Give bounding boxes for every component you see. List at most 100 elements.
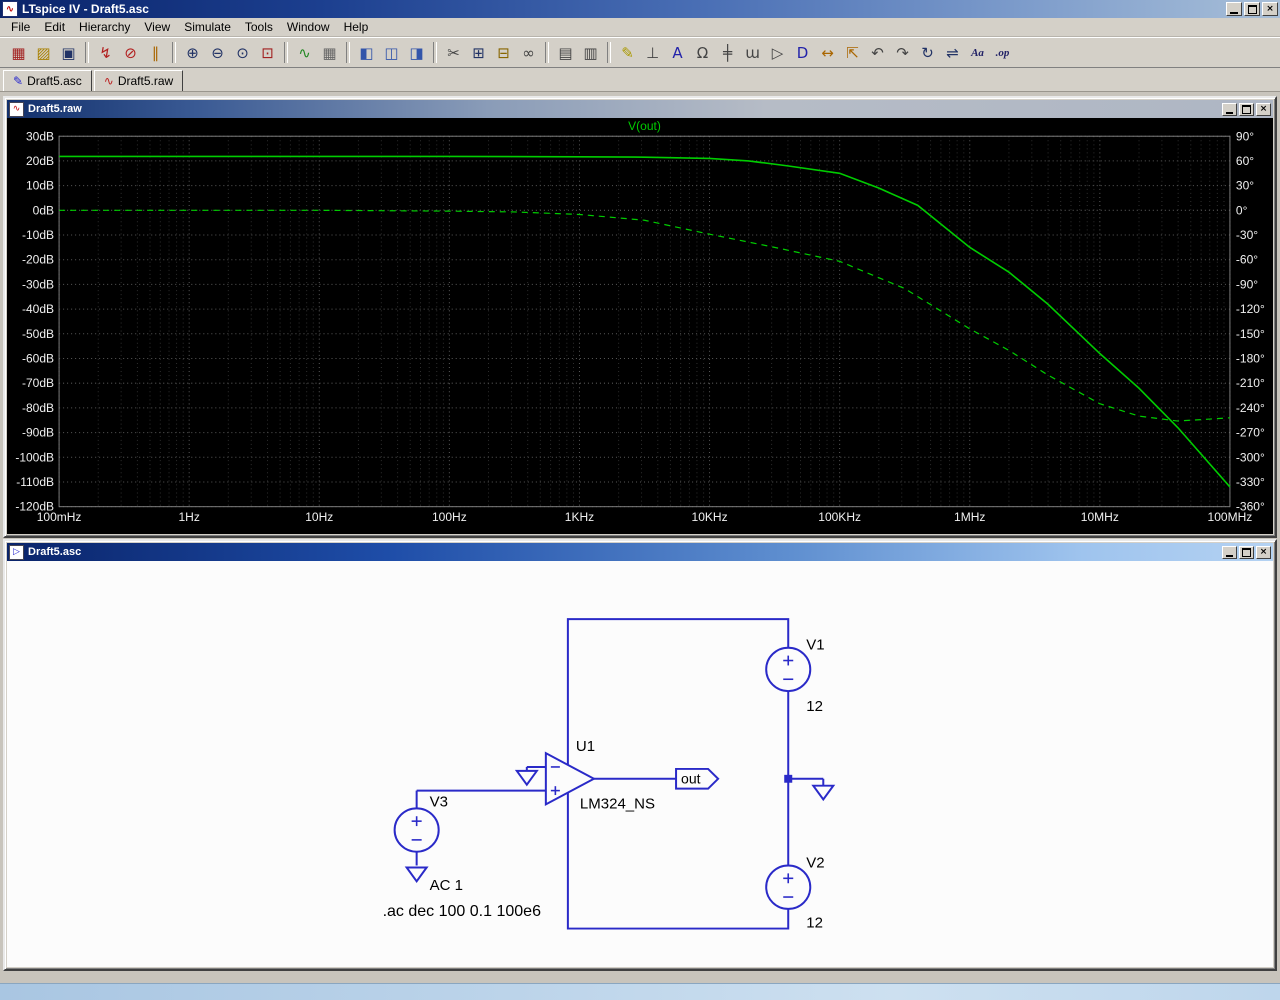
wire-icon[interactable]: ✎	[616, 41, 639, 64]
tile-vertical-icon[interactable]: ◨	[405, 41, 428, 64]
tab-label: Draft5.asc	[27, 74, 82, 88]
menu-help[interactable]: Help	[337, 18, 376, 36]
open-file-icon[interactable]: ▨	[32, 41, 55, 64]
net-label-icon[interactable]: A	[666, 41, 689, 64]
tab-draft5-asc[interactable]: ✎ Draft5.asc	[3, 70, 92, 91]
run-icon[interactable]: ↯	[94, 41, 117, 64]
y-left-tick-label: 20dB	[26, 154, 54, 168]
schematic-restore-button[interactable]	[1239, 546, 1254, 559]
component-icon[interactable]: D	[791, 41, 814, 64]
minimize-button[interactable]	[1226, 2, 1242, 16]
cascade-windows-icon[interactable]: ◧	[355, 41, 378, 64]
toolbar-separator	[346, 42, 350, 63]
waveform-close-button[interactable]: ×	[1256, 103, 1271, 116]
menu-tools[interactable]: Tools	[238, 18, 280, 36]
menu-file[interactable]: File	[4, 18, 37, 36]
wire-junction	[784, 775, 792, 783]
pause-icon[interactable]: ∥	[144, 41, 167, 64]
x-tick-label: 10KHz	[692, 510, 728, 524]
autorange-icon[interactable]: ∿	[293, 41, 316, 64]
waveform-window-titlebar[interactable]: ∿ Draft5.raw ×	[7, 100, 1273, 118]
v1-ref-label: V1	[806, 638, 824, 654]
schematic-window-titlebar[interactable]: ▷ Draft5.asc ×	[7, 543, 1273, 561]
ground-symbol-v3[interactable]	[407, 867, 427, 881]
schematic-minimize-button[interactable]	[1222, 546, 1237, 559]
undo-icon[interactable]: ↶	[866, 41, 889, 64]
y-right-tick-label: -330°	[1236, 475, 1265, 489]
resistor-icon[interactable]: Ω	[691, 41, 714, 64]
waveform-window-title: Draft5.raw	[28, 103, 1220, 115]
waveform-restore-button[interactable]	[1239, 103, 1254, 116]
drag-icon[interactable]: ⇱	[841, 41, 864, 64]
diode-icon[interactable]: ▷	[766, 41, 789, 64]
zoom-out-icon[interactable]: ⊖	[206, 41, 229, 64]
y-right-tick-label: -120°	[1236, 302, 1265, 316]
x-tick-label: 100Hz	[432, 510, 467, 524]
tile-horizontal-icon[interactable]: ◫	[380, 41, 403, 64]
close-icon: ×	[1260, 547, 1268, 557]
schematic-close-button[interactable]: ×	[1256, 546, 1271, 559]
text-icon[interactable]: Aa	[966, 41, 989, 64]
y-axis-right-labels: 90°60°30°0°-30°-60°-90°-120°-150°-180°-2…	[1236, 129, 1265, 514]
restore-button[interactable]	[1244, 2, 1260, 16]
y-left-tick-label: -50dB	[22, 327, 54, 341]
menu-window[interactable]: Window	[280, 18, 337, 36]
voltage-source-v3[interactable]	[395, 808, 439, 851]
y-right-tick-label: -210°	[1236, 376, 1265, 390]
schematic-tab-icon: ✎	[13, 74, 23, 88]
spice-directive-icon[interactable]: .op	[991, 41, 1014, 64]
y-right-tick-label: 90°	[1236, 129, 1254, 143]
new-schematic-icon[interactable]: ▦	[7, 41, 30, 64]
ltspice-main-window: ∿ LTspice IV - Draft5.asc × FileEditHier…	[0, 0, 1280, 1000]
print-icon[interactable]: ▤	[554, 41, 577, 64]
save-icon[interactable]: ▣	[57, 41, 80, 64]
title-bar[interactable]: ∿ LTspice IV - Draft5.asc ×	[0, 0, 1280, 18]
plot-settings-icon[interactable]: ▦	[318, 41, 341, 64]
zoom-back-icon[interactable]: ⊙	[231, 41, 254, 64]
cut-icon[interactable]: ✂	[442, 41, 465, 64]
close-button[interactable]: ×	[1262, 2, 1278, 16]
toolbar-separator	[545, 42, 549, 63]
ground-symbol-inverting-input[interactable]	[517, 771, 537, 785]
ground-icon[interactable]: ⊥	[641, 41, 664, 64]
menu-hierarchy[interactable]: Hierarchy	[72, 18, 137, 36]
waveform-tab-icon: ∿	[104, 74, 114, 88]
toolbar-separator	[284, 42, 288, 63]
schematic-drawing: U1 LM324_NS out V1 12 V2 12 V3 AC 1 .ac …	[7, 561, 1273, 967]
x-tick-label: 100MHz	[1208, 510, 1253, 524]
waveform-pane[interactable]: 30dB20dB10dB0dB-10dB-20dB-30dB-40dB-50dB…	[7, 118, 1273, 534]
copy-icon[interactable]: ⊞	[467, 41, 490, 64]
menu-view[interactable]: View	[137, 18, 177, 36]
redo-icon[interactable]: ↷	[891, 41, 914, 64]
x-tick-label: 1MHz	[954, 510, 985, 524]
paste-icon[interactable]: ⊟	[492, 41, 515, 64]
mirror-icon[interactable]: ⇌	[941, 41, 964, 64]
inductor-icon[interactable]: ɯ	[741, 41, 764, 64]
schematic-window-title: Draft5.asc	[28, 546, 1220, 558]
bode-plot[interactable]: 30dB20dB10dB0dB-10dB-20dB-30dB-40dB-50dB…	[7, 118, 1273, 534]
waveform-minimize-button[interactable]	[1222, 103, 1237, 116]
schematic-pane[interactable]: U1 LM324_NS out V1 12 V2 12 V3 AC 1 .ac …	[7, 561, 1273, 967]
trace-legend[interactable]: V(out)	[628, 119, 661, 133]
halt-icon[interactable]: ⊘	[119, 41, 142, 64]
voltage-source-v2[interactable]	[766, 866, 810, 909]
zoom-full-icon[interactable]: ⊡	[256, 41, 279, 64]
zoom-in-icon[interactable]: ⊕	[181, 41, 204, 64]
y-right-tick-label: -270°	[1236, 426, 1265, 440]
toolbar-separator	[85, 42, 89, 63]
rotate-icon[interactable]: ↻	[916, 41, 939, 64]
y-left-tick-label: -20dB	[22, 253, 54, 267]
print-preview-icon[interactable]: ▥	[579, 41, 602, 64]
restore-icon	[1242, 105, 1251, 114]
menu-edit[interactable]: Edit	[37, 18, 72, 36]
menu-simulate[interactable]: Simulate	[177, 18, 238, 36]
find-icon[interactable]: ∞	[517, 41, 540, 64]
y-left-tick-label: 30dB	[26, 129, 54, 143]
ground-symbol-rail[interactable]	[813, 786, 833, 800]
schematic-labels: U1 LM324_NS out V1 12 V2 12 V3 AC 1 .ac …	[383, 638, 825, 932]
move-icon[interactable]: ↔	[816, 41, 839, 64]
restore-icon	[1242, 548, 1251, 557]
tab-draft5-raw[interactable]: ∿Draft5.raw	[94, 70, 183, 91]
capacitor-icon[interactable]: ╪	[716, 41, 739, 64]
voltage-source-v1[interactable]	[766, 648, 810, 691]
